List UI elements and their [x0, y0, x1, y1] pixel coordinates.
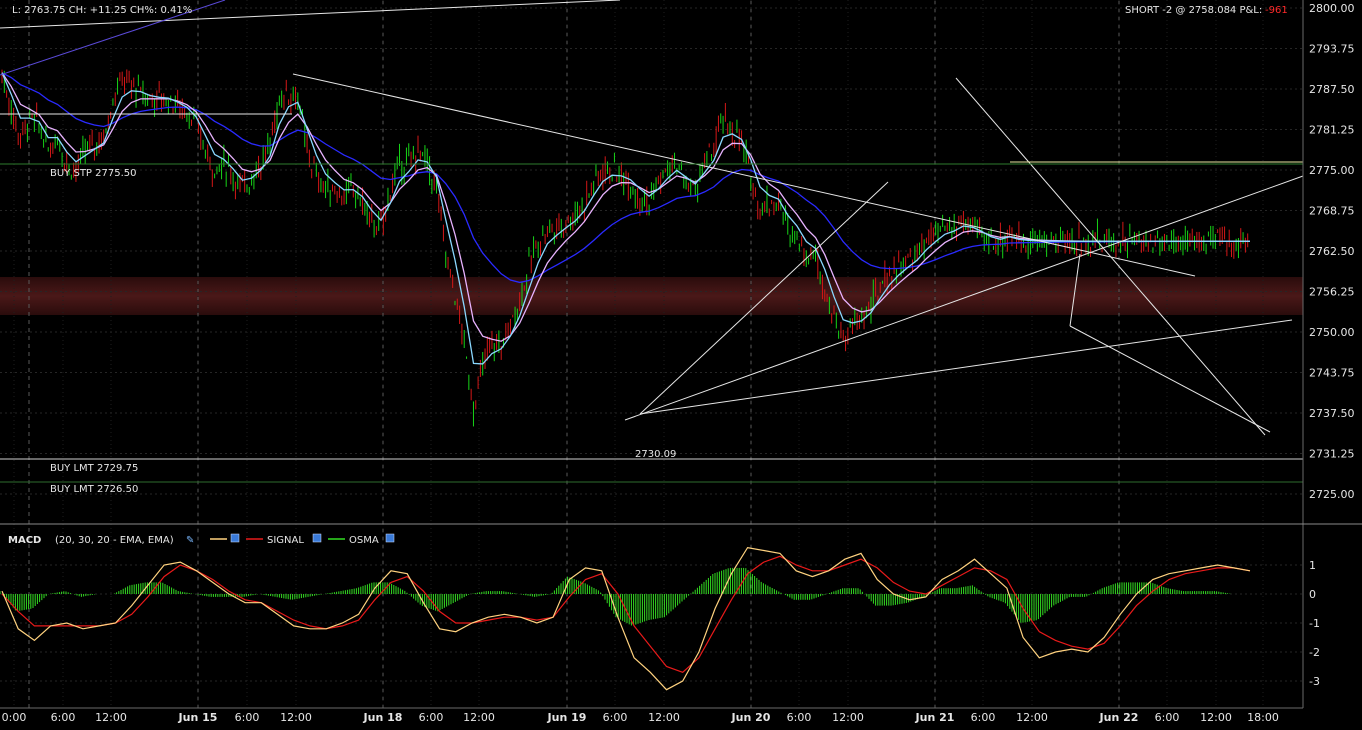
osma-visible-checkbox[interactable]	[385, 533, 395, 543]
quote-text: L: 2763.75 CH: +11.25 CH%: 0.41%	[12, 5, 192, 16]
signal-visible-checkbox[interactable]	[312, 533, 322, 543]
buy-stp-label: BUY STP 2775.50	[50, 168, 136, 179]
price-tick-label: 2800.00	[1309, 2, 1355, 15]
osma-bars	[0, 567, 1231, 626]
pnl-value: -961	[1265, 5, 1288, 16]
buy-lmt-label-1: BUY LMT 2729.75	[50, 463, 138, 474]
time-tick-label: 6:00	[787, 711, 812, 724]
time-tick-label: 12:00	[1016, 711, 1048, 724]
time-tick-label: 6:00	[971, 711, 996, 724]
macd-tick-label: 0	[1309, 588, 1316, 601]
macd-title: MACD	[8, 535, 41, 546]
time-tick-label: 6:00	[1155, 711, 1180, 724]
macd-grid	[0, 564, 1303, 682]
time-tick-label: 6:00	[419, 711, 444, 724]
macd-tick-label: -2	[1309, 646, 1320, 659]
price-tick-label: 2750.00	[1309, 326, 1355, 339]
price-tick-label: 2731.25	[1309, 448, 1355, 461]
price-tick-label: 2756.25	[1309, 286, 1355, 299]
price-tick-label: 2793.75	[1309, 43, 1355, 56]
macd-visible-checkbox[interactable]	[230, 533, 240, 543]
time-tick-label: 12:00	[95, 711, 127, 724]
macd-params: (20, 30, 20 - EMA, EMA)	[55, 535, 174, 546]
time-tick-label: 12:00	[280, 711, 312, 724]
time-tick-label: Jun 18	[363, 711, 403, 724]
price-tick-label: 2725.00	[1309, 488, 1355, 501]
time-tick-label: Jun 15	[178, 711, 218, 724]
time-tick-label: Jun 22	[1099, 711, 1139, 724]
low-annotation: 2730.09	[635, 449, 676, 460]
macd-axis-ticks: 1 0 -1 -2 -3	[1309, 559, 1320, 688]
price-tick-label: 2743.75	[1309, 367, 1355, 380]
macd-tick-label: -1	[1309, 617, 1320, 630]
time-tick-label: 6:00	[603, 711, 628, 724]
price-axis[interactable]	[1303, 0, 1362, 524]
price-panel	[0, 0, 1303, 524]
time-tick-label: 18:00	[1247, 711, 1279, 724]
price-tick-label: 2762.50	[1309, 245, 1355, 258]
position-text: SHORT -2 @ 2758.084 P&L:	[1125, 5, 1262, 16]
properties-icon[interactable]: ✎	[186, 535, 194, 546]
price-tick-label: 2781.25	[1309, 124, 1355, 137]
time-tick-label: Jun 19	[547, 711, 587, 724]
time-tick-label: 12:00	[648, 711, 680, 724]
time-tick-label: 12:00	[1200, 711, 1232, 724]
time-tick-label: 6:00	[235, 711, 260, 724]
price-tick-label: 2768.75	[1309, 205, 1355, 218]
macd-legend: MACD (20, 30, 20 - EMA, EMA) ✎ SIGNAL OS…	[8, 533, 395, 546]
signal-label: SIGNAL	[267, 535, 304, 546]
chart-canvas[interactable]: BUY STP 2775.50 BUY LMT 2729.75 BUY LMT …	[0, 0, 1362, 730]
price-tick-label: 2775.00	[1309, 164, 1355, 177]
time-tick-label: Jun 20	[731, 711, 771, 724]
time-tick-label: 0:00	[2, 711, 27, 724]
macd-tick-label: -3	[1309, 675, 1320, 688]
time-axis-ticks: 0:00 6:00 12:00 Jun 15 6:00 12:00 Jun 18 6:00 12…	[2, 711, 1279, 724]
time-tick-label: 12:00	[832, 711, 864, 724]
signal-line	[1, 555, 1251, 673]
price-tick-label: 2737.50	[1309, 407, 1355, 420]
price-tick-label: 2787.50	[1309, 83, 1355, 96]
time-tick-label: 12:00	[463, 711, 495, 724]
buy-lmt-label-2: BUY LMT 2726.50	[50, 484, 138, 495]
macd-line	[1, 546, 1251, 691]
macd-tick-label: 1	[1309, 559, 1316, 572]
time-tick-label: Jun 21	[915, 711, 955, 724]
time-tick-label: 6:00	[51, 711, 76, 724]
osma-label: OSMA	[349, 535, 379, 546]
resistance-zone	[0, 277, 1303, 315]
